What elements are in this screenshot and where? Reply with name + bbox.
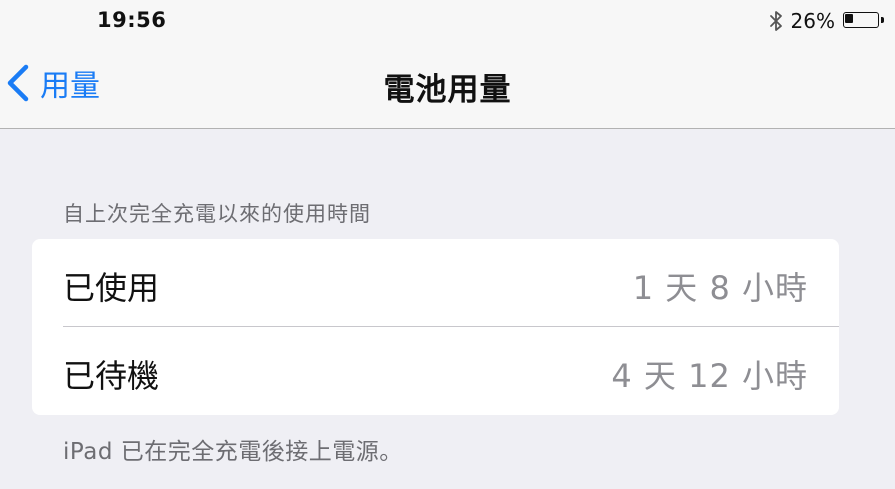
status-time: 19:56 xyxy=(97,8,167,32)
battery-percent: 26% xyxy=(790,9,835,33)
section-footer: iPad 已在完全充電後接上電源。 xyxy=(63,439,403,465)
page-title-text: 電池用量 xyxy=(383,72,512,108)
usage-card: 已使用 1 天 8 小時 已待機 4 天 12 小時 xyxy=(32,239,839,415)
page-title: 電池用量 xyxy=(0,64,895,109)
battery-tip xyxy=(881,17,884,23)
section-header: 自上次完全充電以來的使用時間 xyxy=(63,202,371,226)
row-standby: 已待機 4 天 12 小時 xyxy=(32,327,839,414)
battery-icon xyxy=(843,12,885,30)
row-usage: 已使用 1 天 8 小時 xyxy=(32,239,839,327)
status-right-group: 26% xyxy=(769,8,885,34)
usage-label: 已使用 xyxy=(63,269,160,307)
battery-fill xyxy=(845,14,853,23)
status-bar: 19:56 26% xyxy=(0,0,895,40)
standby-value: 4 天 12 小時 xyxy=(611,357,808,395)
standby-label: 已待機 xyxy=(63,357,160,395)
bluetooth-icon xyxy=(769,11,782,31)
usage-value: 1 天 8 小時 xyxy=(632,269,808,307)
